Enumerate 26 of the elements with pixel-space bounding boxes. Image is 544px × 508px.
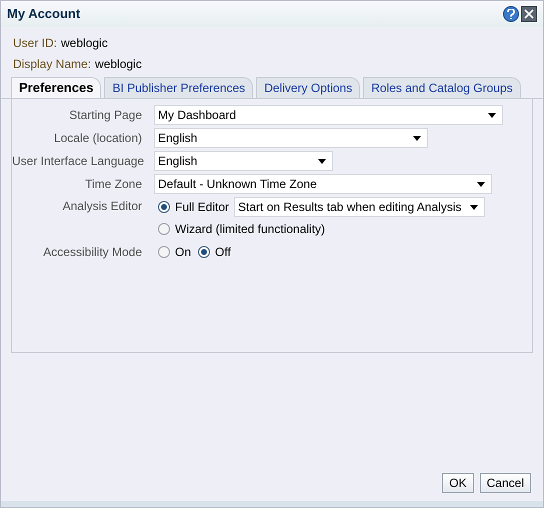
- field-label: Locale (location): [52, 130, 142, 147]
- field-label: Time Zone: [84, 176, 142, 193]
- radio-label: Full Editor: [175, 199, 230, 216]
- field-value: weblogic: [61, 34, 108, 52]
- field-label: Display Name:: [13, 56, 92, 72]
- tab[interactable]: Preferences: [11, 77, 102, 98]
- field-label: User ID:: [13, 34, 58, 52]
- dropdown[interactable]: English: [154, 128, 428, 148]
- window-title: My Account: [7, 5, 80, 24]
- dropdown[interactable]: Start on Results tab when editing Analysis: [234, 197, 484, 217]
- dialog-button[interactable]: Cancel: [480, 473, 531, 493]
- tab[interactable]: Roles and Catalog Groups: [363, 77, 521, 98]
- tab[interactable]: BI Publisher Preferences: [104, 77, 254, 98]
- field-label: User Interface Language: [12, 153, 142, 170]
- dialog-button[interactable]: OK: [442, 473, 474, 493]
- field-value: weblogic: [95, 56, 142, 72]
- field-label: Accessibility Mode: [42, 244, 142, 261]
- radio-label: On: [175, 244, 192, 261]
- field-label: Analysis Editor: [62, 198, 142, 215]
- tab[interactable]: Delivery Options: [256, 77, 360, 98]
- field-label: Starting Page: [68, 107, 142, 124]
- dropdown[interactable]: Default - Unknown Time Zone: [154, 174, 492, 194]
- dropdown[interactable]: My Dashboard: [154, 105, 503, 125]
- dropdown[interactable]: English: [154, 151, 333, 171]
- radio-label: Wizard (limited functionality): [175, 221, 326, 238]
- radio-label: Off: [215, 244, 231, 261]
